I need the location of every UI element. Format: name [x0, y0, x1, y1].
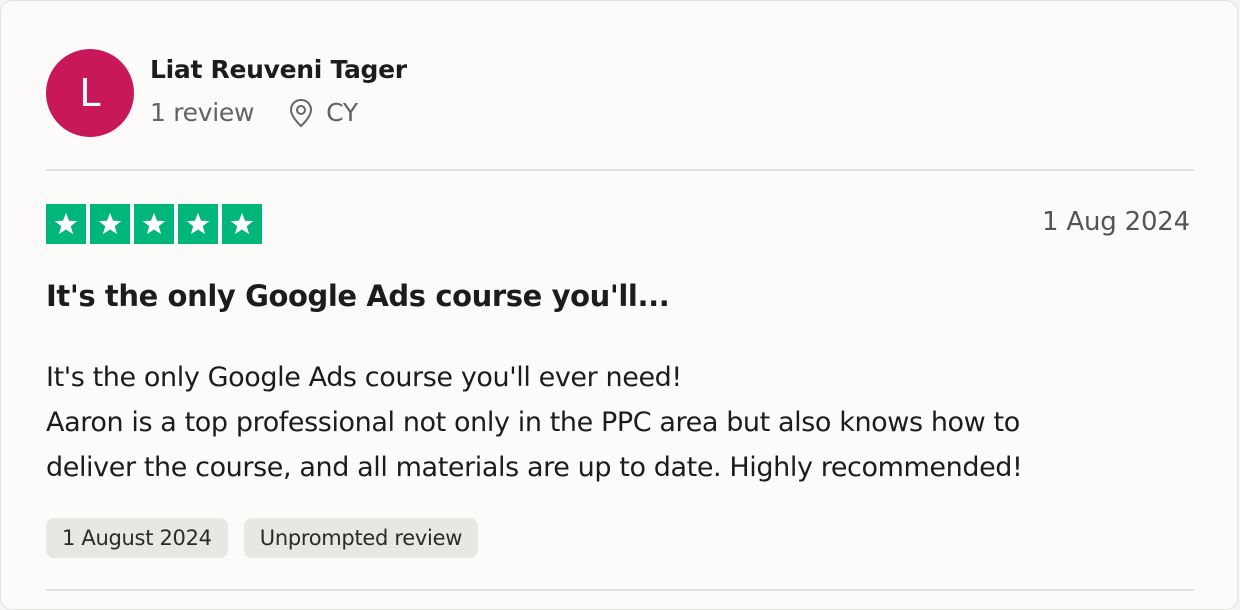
reviewer-country: CY: [326, 98, 358, 127]
star-icon: [222, 204, 262, 244]
star-icon: [134, 204, 174, 244]
reviewer-name[interactable]: Liat Reuveni Tager: [150, 55, 407, 84]
star-icon: [90, 204, 130, 244]
review-body-line: It's the only Google Ads course you'll e…: [46, 362, 682, 393]
reviewer-header: L Liat Reuveni Tager 1 review CY: [46, 49, 407, 137]
star-rating: [46, 204, 262, 244]
reviewer-info: Liat Reuveni Tager 1 review CY: [150, 55, 407, 128]
reviewer-meta: 1 review CY: [150, 98, 407, 128]
review-tags: 1 August 2024 Unprompted review: [46, 518, 479, 558]
review-date: 1 Aug 2024: [1041, 207, 1190, 237]
divider: [46, 589, 1194, 591]
review-title[interactable]: It's the only Google Ads course you'll..…: [46, 279, 670, 313]
tag-experience-date: 1 August 2024: [46, 518, 228, 558]
avatar[interactable]: L: [46, 49, 134, 137]
location-pin-icon: [288, 98, 314, 128]
tag-unprompted-review[interactable]: Unprompted review: [243, 518, 479, 558]
star-icon: [178, 204, 218, 244]
divider: [46, 169, 1194, 171]
review-body: It's the only Google Ads course you'll e…: [46, 355, 1186, 490]
review-body-line: Aaron is a top professional not only in …: [46, 407, 1020, 438]
review-count: 1 review: [150, 98, 255, 127]
review-body-line: deliver the course, and all materials ar…: [46, 452, 1023, 483]
review-card: L Liat Reuveni Tager 1 review CY 1 Aug 2…: [0, 0, 1238, 610]
star-icon: [46, 204, 86, 244]
